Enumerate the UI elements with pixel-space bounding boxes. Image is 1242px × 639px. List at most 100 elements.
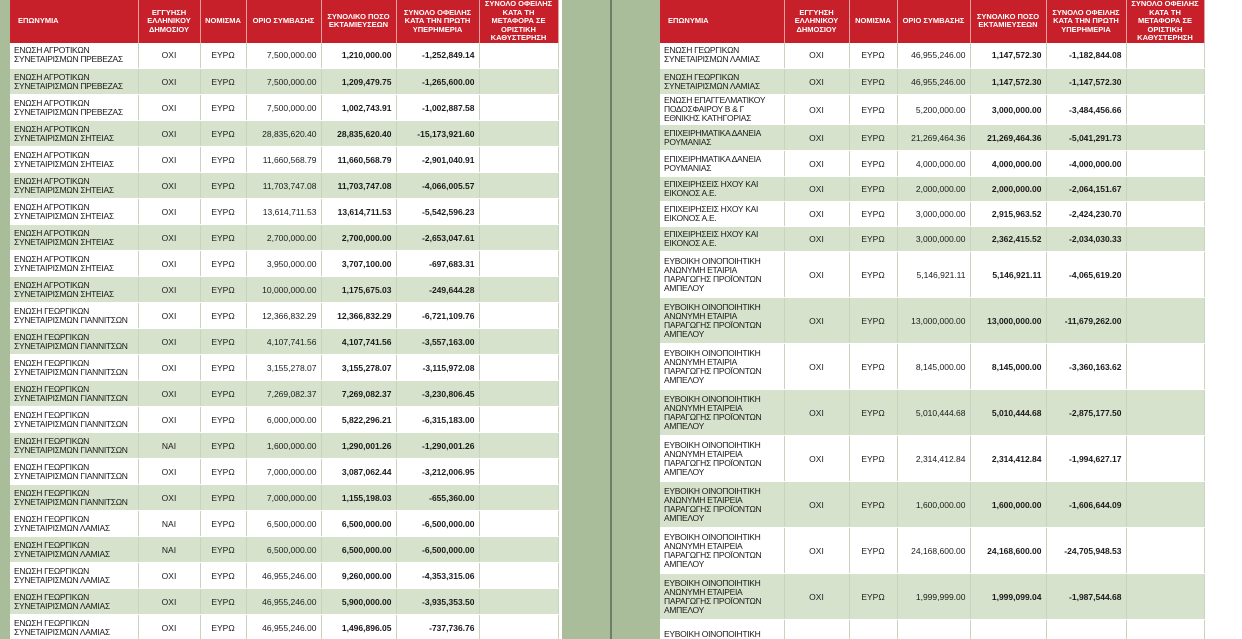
cell-final-delay (479, 172, 559, 199)
cell-first-default: -4,000,000.00 (1046, 150, 1127, 177)
cell-first-default: -697,683.31 (396, 250, 480, 277)
cell-guarantee: ΟΧΙ (138, 588, 201, 615)
right-table-panel: ΕΠΩΝΥΜΙΑ ΕΓΓΥΗΣΗ ΕΛΛΗΝΙΚΟΥ ΔΗΜΟΣΙΟΥ ΝΟΜΙ… (660, 0, 1242, 639)
cell-disbursements: 1,600,000.00 (970, 481, 1047, 528)
cell-disbursements: 6,500,000.00 (321, 510, 397, 537)
cell-name: ΕΥΒΟΙΚΗ ΟΙΝΟΠΟΙΗΤΙΚΗ ΑΝΩΝΥΜΗ ΕΤΑΙΡΕΙΑ ΠΑ… (660, 573, 785, 620)
cell-final-delay (1126, 343, 1205, 390)
table-row: ΕΝΩΣΗ ΑΓΡΟΤΙΚΩΝ ΣΥΝΕΤΑΙΡΙΣΜΩΝ ΠΡΕΒΕΖΑΣ ΟΧ… (10, 42, 559, 69)
cell-contract-limit: 7,500,000.00 (246, 68, 322, 95)
cell-disbursements: 1,290,001.26 (321, 432, 397, 459)
cell-guarantee: ΝΑΙ (138, 432, 201, 459)
cell-name: ΕΝΩΣΗ ΑΓΡΟΤΙΚΩΝ ΣΥΝΕΤΑΙΡΙΣΜΩΝ ΣΗΤΕΙΑΣ (10, 276, 139, 303)
col-header-contract-limit: ΟΡΙΟ ΣΥΜΒΑΣΗΣ (246, 0, 322, 43)
cell-disbursements: 3,707,100.00 (321, 250, 397, 277)
cell-name: ΕΝΩΣΗ ΓΕΩΡΓΙΚΩΝ ΣΥΝΕΤΑΙΡΙΣΜΩΝ ΓΙΑΝΝΙΤΣΩΝ (10, 458, 139, 485)
debt-table-right: ΕΠΩΝΥΜΙΑ ΕΓΓΥΗΣΗ ΕΛΛΗΝΙΚΟΥ ΔΗΜΟΣΙΟΥ ΝΟΜΙ… (660, 0, 1205, 639)
cell-contract-limit: 3,950,000.00 (246, 250, 322, 277)
cell-first-default: -6,500,000.00 (396, 536, 480, 563)
cell-name: ΕΝΩΣΗ ΓΕΩΡΓΙΚΩΝ ΣΥΝΕΤΑΙΡΙΣΜΩΝ ΛΑΜΙΑΣ (10, 510, 139, 537)
cell-name: ΕΠΙΧΕΙΡΗΜΑΤΙΚΑ ΔΑΝΕΙΑ ΡΟΥΜΑΝΙΑΣ (660, 124, 785, 151)
cell-first-default: -655,360.00 (396, 484, 480, 511)
cell-name: ΕΝΩΣΗ ΑΓΡΟΤΙΚΩΝ ΣΥΝΕΤΑΙΡΙΣΜΩΝ ΠΡΕΒΕΖΑΣ (10, 68, 139, 95)
cell-final-delay (1126, 150, 1205, 177)
cell-name: ΕΝΩΣΗ ΑΓΡΟΤΙΚΩΝ ΣΥΝΕΤΑΙΡΙΣΜΩΝ ΠΡΕΒΕΖΑΣ (10, 94, 139, 121)
cell-final-delay (1126, 297, 1205, 344)
cell-guarantee: ΟΧΙ (138, 562, 201, 589)
cell-name: ΕΥΒΟΙΚΗ ΟΙΝΟΠΟΙΗΤΙΚΗ ΑΝΩΝΥΜΗ ΕΤΑΙΡΙΑ ΠΑΡ… (660, 343, 785, 390)
cell-currency: ΕΥΡΩ (200, 42, 247, 69)
cell-contract-limit: 7,269,082.37 (246, 380, 322, 407)
cell-guarantee: ΟΧΙ (784, 389, 850, 436)
cell-disbursements: 1,147,572.30 (970, 42, 1047, 69)
cell-currency: ΕΥΡΩ (849, 68, 898, 95)
cell-contract-limit: 21,269,464.36 (897, 124, 971, 151)
cell-disbursements: 7,269,082.37 (321, 380, 397, 407)
cell-final-delay (479, 380, 559, 407)
cell-first-default: -2,901,040.91 (396, 146, 480, 173)
cell-name: ΕΝΩΣΗ ΑΓΡΟΤΙΚΩΝ ΣΥΝΕΤΑΙΡΙΣΜΩΝ ΣΗΤΕΙΑΣ (10, 172, 139, 199)
cell-first-default: -3,360,163.62 (1046, 343, 1127, 390)
cell-first-default: -4,353,315.06 (396, 562, 480, 589)
cell-contract-limit: 1,999,999.00 (897, 573, 971, 620)
cell-name: ΕΝΩΣΗ ΓΕΩΡΓΙΚΩΝ ΣΥΝΕΤΑΙΡΙΣΜΩΝ ΛΑΜΙΑΣ (660, 68, 785, 95)
cell-guarantee: ΟΧΙ (138, 250, 201, 277)
cell-final-delay (479, 42, 559, 69)
cell-final-delay (1126, 389, 1205, 436)
cell-disbursements: 2,362,415.52 (970, 226, 1047, 252)
table-row: ΕΝΩΣΗ ΓΕΩΡΓΙΚΩΝ ΣΥΝΕΤΑΙΡΙΣΜΩΝ ΓΙΑΝΝΙΤΣΩΝ… (10, 484, 559, 511)
cell-guarantee: ΟΧΙ (138, 120, 201, 147)
table-row: ΕΝΩΣΗ ΓΕΩΡΓΙΚΩΝ ΣΥΝΕΤΑΙΡΙΣΜΩΝ ΛΑΜΙΑΣ ΟΧΙ Ε… (10, 614, 559, 639)
cell-currency: ΕΥΡΩ (849, 201, 898, 227)
cell-guarantee: ΟΧΙ (784, 251, 850, 298)
cell-name: ΕΝΩΣΗ ΑΓΡΟΤΙΚΩΝ ΣΥΝΕΤΑΙΡΙΣΜΩΝ ΣΗΤΕΙΑΣ (10, 224, 139, 251)
cell-guarantee: ΟΧΙ (784, 201, 850, 227)
cell-contract-limit: 46,955,246.00 (246, 588, 322, 615)
cell-contract-limit: 5,146,921.11 (897, 251, 971, 298)
cell-currency: ΕΥΡΩ (200, 562, 247, 589)
cell-disbursements: 2,700,000.00 (321, 224, 397, 251)
cell-disbursements (970, 619, 1047, 639)
table-row: ΕΝΩΣΗ ΓΕΩΡΓΙΚΩΝ ΣΥΝΕΤΑΙΡΙΣΜΩΝ ΓΙΑΝΝΙΤΣΩΝ… (10, 328, 559, 355)
table-row: ΕΝΩΣΗ ΑΓΡΟΤΙΚΩΝ ΣΥΝΕΤΑΙΡΙΣΜΩΝ ΣΗΤΕΙΑΣ ΟΧΙ… (10, 250, 559, 277)
cell-final-delay (479, 328, 559, 355)
cell-guarantee: ΝΑΙ (138, 536, 201, 563)
cell-disbursements: 1,175,675.03 (321, 276, 397, 303)
cell-contract-limit: 46,955,246.00 (897, 42, 971, 69)
cell-contract-limit: 1,600,000.00 (246, 432, 322, 459)
col-header-first-default: ΣΥΝΟΛΟ ΟΦΕΙΛΗΣ ΚΑΤΑ ΤΗΝ ΠΡΩΤΗ ΥΠΕΡΗΜΕΡΙΑ (1046, 0, 1127, 43)
table-row: ΕΝΩΣΗ ΓΕΩΡΓΙΚΩΝ ΣΥΝΕΤΑΙΡΙΣΜΩΝ ΓΙΑΝΝΙΤΣΩΝ… (10, 458, 559, 485)
cell-first-default: -4,066,005.57 (396, 172, 480, 199)
cell-name: ΕΝΩΣΗ ΑΓΡΟΤΙΚΩΝ ΣΥΝΕΤΑΙΡΙΣΜΩΝ ΣΗΤΕΙΑΣ (10, 120, 139, 147)
cell-guarantee: ΟΧΙ (138, 614, 201, 639)
cell-first-default: -2,064,151.67 (1046, 176, 1127, 202)
cell-guarantee: ΟΧΙ (784, 297, 850, 344)
cell-contract-limit: 6,000,000.00 (246, 406, 322, 433)
cell-currency: ΕΥΡΩ (200, 484, 247, 511)
cell-guarantee: ΟΧΙ (784, 176, 850, 202)
cell-name: ΕΥΒΟΙΚΗ ΟΙΝΟΠΟΙΗΤΙΚΗ ΑΝΩΝΥΜΗ ΕΤΑΙΡΕΙΑ ΠΑ… (660, 527, 785, 574)
col-header-disbursements: ΣΥΝΟΛΙΚΟ ΠΟΣΟ ΕΚΤΑΜΙΕΥΣΕΩΝ (321, 0, 397, 43)
cell-currency: ΕΥΡΩ (200, 146, 247, 173)
cell-currency: ΕΥΡΩ (200, 588, 247, 615)
cell-contract-limit: 6,500,000.00 (246, 536, 322, 563)
table-row: ΕΝΩΣΗ ΓΕΩΡΓΙΚΩΝ ΣΥΝΕΤΑΙΡΙΣΜΩΝ ΛΑΜΙΑΣ ΟΧΙ Ε… (660, 68, 1205, 95)
cell-guarantee: ΟΧΙ (138, 484, 201, 511)
cell-currency: ΕΥΡΩ (200, 536, 247, 563)
cell-first-default: -2,034,030.33 (1046, 226, 1127, 252)
cell-contract-limit: 13,614,711.53 (246, 198, 322, 225)
cell-currency (849, 619, 898, 639)
cell-disbursements: 13,000,000.00 (970, 297, 1047, 344)
cell-final-delay (479, 510, 559, 537)
cell-disbursements: 12,366,832.29 (321, 302, 397, 329)
cell-guarantee: ΟΧΙ (138, 146, 201, 173)
cell-currency: ΕΥΡΩ (849, 150, 898, 177)
cell-disbursements: 8,145,000.00 (970, 343, 1047, 390)
col-header-name: ΕΠΩΝΥΜΙΑ (660, 0, 785, 43)
cell-currency: ΕΥΡΩ (849, 297, 898, 344)
cell-contract-limit: 3,155,278.07 (246, 354, 322, 381)
table-row: ΕΥΒΟΙΚΗ ΟΙΝΟΠΟΙΗΤΙΚΗ ΑΝΩΝΥΜΗ ΕΤΑΙΡΕΙΑ ΠΑ… (660, 435, 1205, 482)
cell-currency: ΕΥΡΩ (200, 354, 247, 381)
table-row: ΕΠΙΧΕΙΡΗΜΑΤΙΚΑ ΔΑΝΕΙΑ ΡΟΥΜΑΝΙΑΣ ΟΧΙ ΕΥΡΩ 21… (660, 124, 1205, 151)
cell-first-default: -737,736.76 (396, 614, 480, 639)
